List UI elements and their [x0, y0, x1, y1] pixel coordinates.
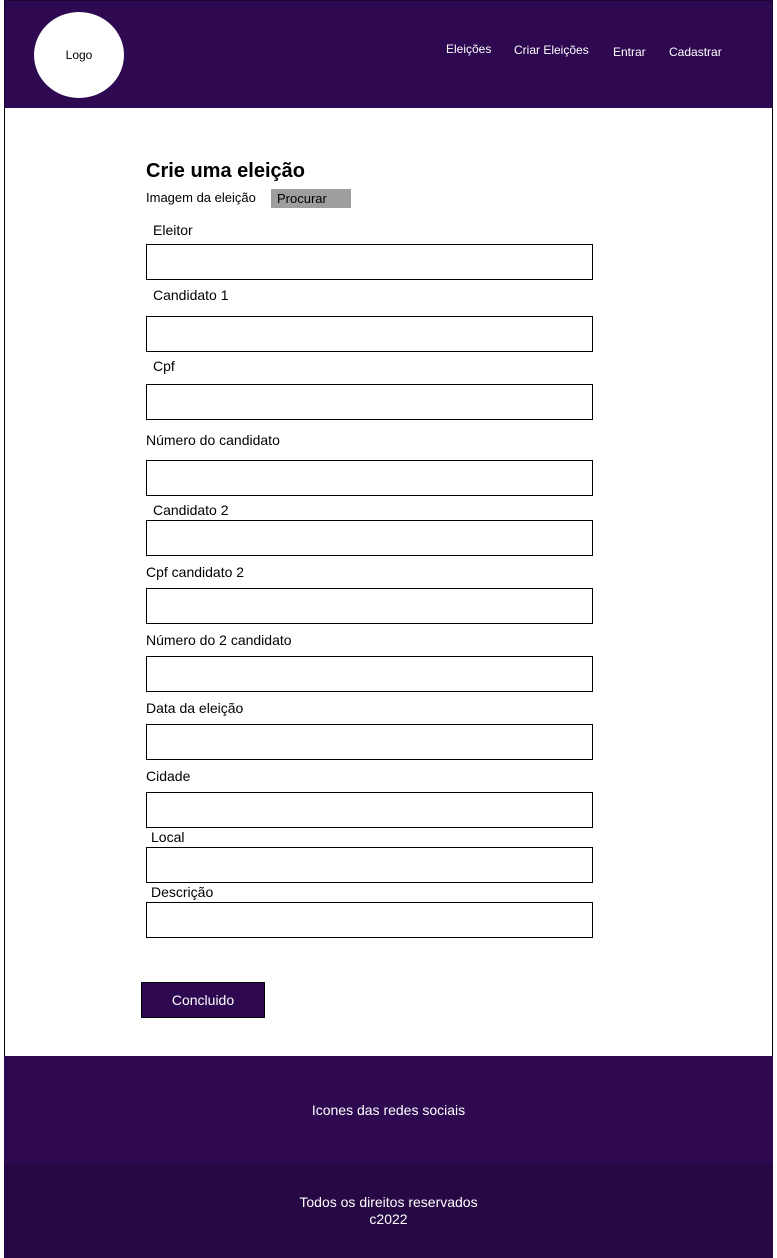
cpf-candidato-2-label: Cpf candidato 2 [146, 564, 245, 580]
cpf-input[interactable] [146, 384, 593, 420]
data-eleicao-label: Data da eleição [146, 700, 244, 716]
logo[interactable]: Logo [34, 12, 124, 98]
page-title: Crie uma eleição [146, 160, 305, 182]
nav-link-cadastrar[interactable]: Cadastrar [669, 45, 722, 59]
candidato-1-input[interactable] [146, 316, 593, 352]
copyright-year: c2022 [369, 1211, 408, 1227]
rights-text: Todos os direitos reservados [299, 1194, 478, 1210]
descricao-input[interactable] [146, 902, 593, 938]
eleitor-label: Eleitor [153, 222, 193, 238]
numero-2-candidato-input[interactable] [146, 656, 593, 692]
nav-link-entrar[interactable]: Entrar [613, 45, 646, 59]
cidade-input[interactable] [146, 792, 593, 828]
cpf-candidato-2-input[interactable] [146, 588, 593, 624]
local-label: Local [151, 829, 185, 845]
image-upload-label: Imagem da eleição [146, 190, 256, 205]
numero-candidato-label: Número do candidato [146, 432, 280, 448]
local-input[interactable] [146, 847, 593, 883]
nav-link-eleicoes[interactable]: Eleições [446, 42, 491, 56]
nav-link-criar-eleicoes[interactable]: Criar Eleições [514, 43, 589, 57]
cidade-label: Cidade [146, 768, 191, 784]
footer-social: Icones das redes sociais [4, 1056, 773, 1164]
top-header: Logo Eleições Criar Eleições Entrar Cada… [4, 0, 773, 109]
social-icons-placeholder: Icones das redes sociais [311, 1102, 466, 1118]
concluido-button[interactable]: Concluido [141, 982, 265, 1018]
candidato-2-input[interactable] [146, 520, 593, 556]
descricao-label: Descrição [151, 884, 214, 900]
candidato-2-label: Candidato 2 [153, 502, 229, 518]
candidato-1-label: Candidato 1 [153, 287, 229, 303]
footer-copyright: Todos os direitos reservados c2022 [4, 1164, 773, 1258]
browse-image-button[interactable]: Procurar [271, 189, 351, 208]
cpf-label: Cpf [153, 358, 175, 374]
numero-2-candidato-label: Número do 2 candidato [146, 632, 292, 648]
eleitor-input[interactable] [146, 244, 593, 280]
data-eleicao-input[interactable] [146, 724, 593, 760]
page: Logo Eleições Criar Eleições Entrar Cada… [0, 0, 777, 1258]
numero-candidato-input[interactable] [146, 460, 593, 496]
